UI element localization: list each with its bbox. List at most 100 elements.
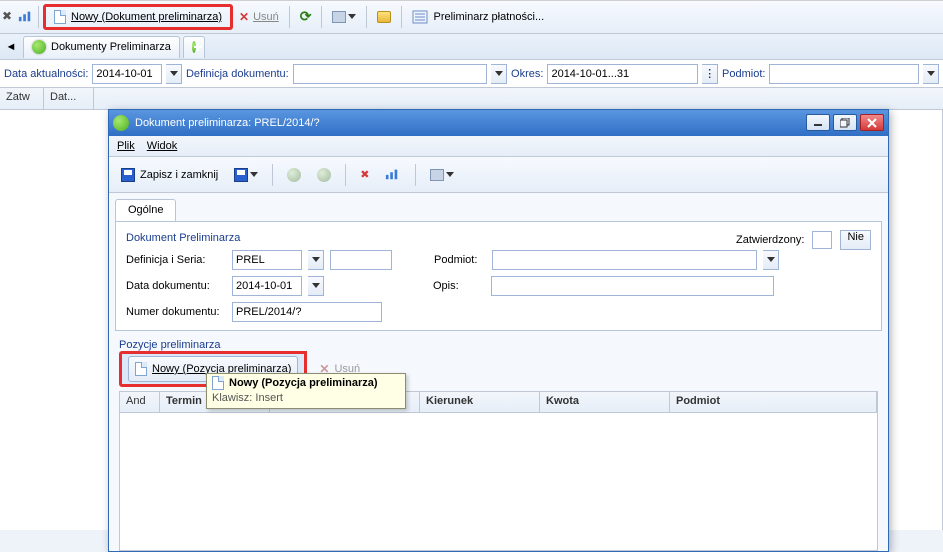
close-button[interactable]	[860, 114, 884, 131]
podmiot-dd[interactable]	[923, 64, 939, 84]
zatw-checkbox[interactable]	[812, 231, 832, 249]
chart-icon[interactable]	[18, 9, 34, 25]
podmiot-input[interactable]	[769, 64, 919, 84]
save-close-label: Zapisz i zamknij	[140, 169, 218, 181]
data-akt-label: Data aktualności:	[4, 68, 88, 80]
printer-icon	[430, 169, 444, 181]
data-dok-input[interactable]	[232, 276, 302, 296]
tab-add[interactable]	[183, 36, 205, 58]
opis-label: Opis:	[433, 280, 485, 292]
popup-menu: Plik Widok	[109, 136, 888, 158]
new-document-button[interactable]: Nowy (Dokument preliminarza)	[43, 4, 233, 30]
plus-icon	[192, 41, 196, 53]
main-grid-header: Zatw Dat...	[0, 88, 943, 110]
wrench-icon[interactable]: ✖	[2, 9, 18, 25]
printer-icon	[332, 11, 346, 23]
numer-input[interactable]	[232, 302, 382, 322]
seria-input[interactable]	[330, 250, 392, 270]
zatw-nie-button[interactable]: Nie	[840, 230, 871, 250]
def-dok-dd[interactable]	[491, 64, 507, 84]
document-popup: Dokument preliminarza: PREL/2014/? Plik …	[108, 109, 889, 552]
save-button[interactable]	[228, 162, 264, 188]
okres-label: Okres:	[511, 68, 543, 80]
print-button-2[interactable]	[424, 162, 460, 188]
podmiot-form-dd[interactable]	[763, 250, 779, 270]
folder-button[interactable]	[371, 4, 397, 30]
restore-button[interactable]	[833, 114, 857, 131]
menu-widok[interactable]: Widok	[147, 140, 178, 152]
chart-button[interactable]	[379, 162, 407, 188]
preliminarz-button[interactable]: Preliminarz płatności...	[406, 4, 550, 30]
def-dok-label: Definicja dokumentu:	[186, 68, 289, 80]
tools-button[interactable]: ✖	[354, 162, 375, 188]
popup-toolbar: Zapisz i zamknij ✖	[109, 157, 888, 193]
positions-grid-body[interactable]	[119, 413, 878, 551]
form-area: Zatwierdzony: Nie Dokument Preliminarza …	[115, 221, 882, 331]
col-kwota[interactable]: Kwota	[540, 392, 670, 412]
tab-strip: ◄ Dokumenty Preliminarza	[0, 34, 943, 60]
filter-bar: Data aktualności: Definicja dokumentu: O…	[0, 60, 943, 88]
save-close-button[interactable]: Zapisz i zamknij	[115, 162, 224, 188]
zatw-group: Zatwierdzony: Nie	[736, 230, 871, 250]
green-circle-icon	[113, 115, 129, 131]
data-dok-dd[interactable]	[308, 276, 324, 296]
okres-input[interactable]	[547, 64, 698, 84]
x-icon: ✕	[239, 10, 249, 24]
refresh-button[interactable]: ⟳	[294, 4, 318, 30]
nav-fwd-button[interactable]	[311, 162, 337, 188]
refresh-icon: ⟳	[300, 8, 312, 25]
green-circle-icon	[32, 40, 46, 54]
col-podmiot[interactable]: Podmiot	[670, 392, 877, 412]
nav-back-button[interactable]	[281, 162, 307, 188]
podmiot-form-label: Podmiot:	[434, 254, 486, 266]
page-icon	[212, 376, 224, 390]
delete-label: Usuń	[253, 11, 279, 23]
save-icon	[234, 168, 248, 182]
col-kierunek[interactable]: Kierunek	[420, 392, 540, 412]
page-icon	[135, 362, 147, 376]
save-icon	[121, 168, 135, 182]
popup-sub-tabs: Ogólne	[109, 197, 888, 221]
def-seria-dd[interactable]	[308, 250, 324, 270]
chevron-down-icon	[250, 172, 258, 177]
okres-dd[interactable]: ⋮	[702, 64, 718, 84]
main-toolbar: ✖ Nowy (Dokument preliminarza) ✕ Usuń ⟳ …	[0, 0, 943, 34]
data-akt-input[interactable]	[92, 64, 162, 84]
numer-label: Numer dokumentu:	[126, 306, 226, 318]
data-dok-label: Data dokumentu:	[126, 280, 226, 292]
podmiot-form-input[interactable]	[492, 250, 757, 270]
popup-title-text: Dokument preliminarza: PREL/2014/?	[135, 117, 320, 129]
opis-input[interactable]	[491, 276, 774, 296]
preliminarz-label: Preliminarz płatności...	[433, 11, 544, 23]
col-zatw[interactable]: Zatw	[0, 88, 44, 109]
zatw-label: Zatwierdzony:	[736, 234, 804, 246]
list-icon	[412, 9, 428, 25]
minimize-button[interactable]	[806, 114, 830, 131]
menu-plik[interactable]: Plik	[117, 140, 135, 152]
section-pozycje: Pozycje preliminarza	[119, 339, 878, 351]
tab-dokumenty[interactable]: Dokumenty Preliminarza	[23, 36, 180, 58]
tooltip-title: Nowy (Pozycja preliminarza)	[229, 377, 378, 389]
print-button[interactable]	[326, 4, 362, 30]
arrow-left-icon	[287, 168, 301, 182]
folder-icon	[377, 11, 391, 23]
page-icon	[54, 10, 66, 24]
arrow-right-icon	[317, 168, 331, 182]
tab-ogolne[interactable]: Ogólne	[115, 199, 176, 221]
new-document-label: Nowy (Dokument preliminarza)	[71, 11, 222, 23]
col-and[interactable]: And	[120, 392, 160, 412]
col-data[interactable]: Dat...	[44, 88, 94, 109]
popup-titlebar[interactable]: Dokument preliminarza: PREL/2014/?	[109, 110, 888, 136]
delete-button[interactable]: ✕ Usuń	[233, 4, 285, 30]
tooltip: Nowy (Pozycja preliminarza) Klawisz: Ins…	[206, 373, 406, 409]
tab-label: Dokumenty Preliminarza	[51, 41, 171, 53]
chevron-down-icon	[348, 14, 356, 19]
tab-scroll-left[interactable]: ◄	[2, 41, 20, 53]
def-dok-input[interactable]	[293, 64, 488, 84]
chevron-down-icon	[446, 172, 454, 177]
def-seria-input[interactable]	[232, 250, 302, 270]
podmiot-label: Podmiot:	[722, 68, 765, 80]
def-seria-label: Definicja i Seria:	[126, 254, 226, 266]
data-akt-dd[interactable]	[166, 64, 182, 84]
menu-bar: Narzędzia Pomoc	[0, 0, 943, 1]
